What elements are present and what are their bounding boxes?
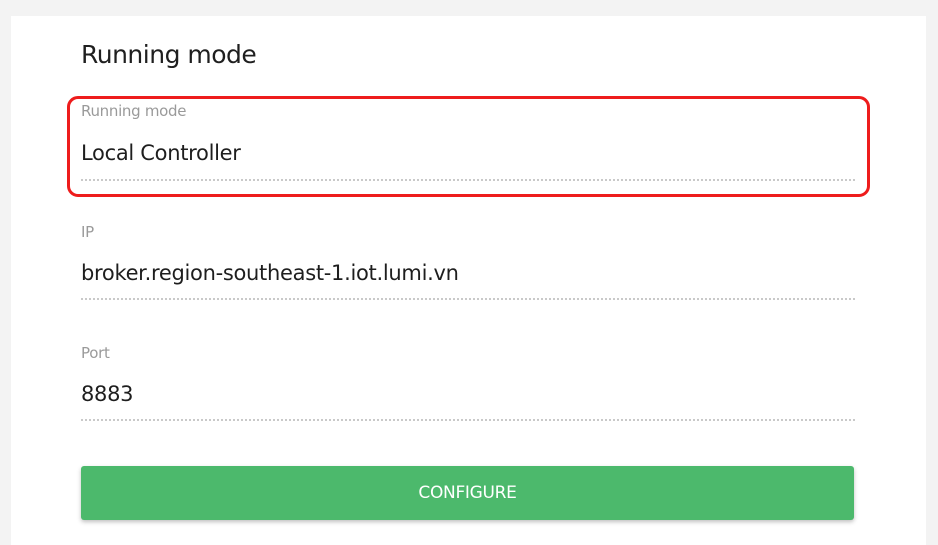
- running-mode-label: Running mode: [81, 102, 187, 120]
- ip-value[interactable]: broker.region-southeast-1.iot.lumi.vn: [81, 261, 459, 285]
- port-value[interactable]: 8883: [81, 382, 134, 406]
- port-underline: [81, 419, 855, 421]
- port-field[interactable]: Port 8883: [81, 342, 855, 426]
- configure-button[interactable]: CONFIGURE: [81, 466, 854, 520]
- section-title: Running mode: [81, 40, 257, 69]
- ip-underline: [81, 298, 855, 300]
- ip-field[interactable]: IP broker.region-southeast-1.iot.lumi.vn: [81, 221, 855, 305]
- port-label: Port: [81, 344, 110, 362]
- running-mode-field[interactable]: Running mode Local Controller: [81, 100, 855, 184]
- running-mode-card: Running mode Running mode Local Controll…: [11, 16, 926, 545]
- running-mode-underline: [81, 179, 855, 181]
- running-mode-value[interactable]: Local Controller: [81, 141, 241, 165]
- ip-label: IP: [81, 223, 94, 241]
